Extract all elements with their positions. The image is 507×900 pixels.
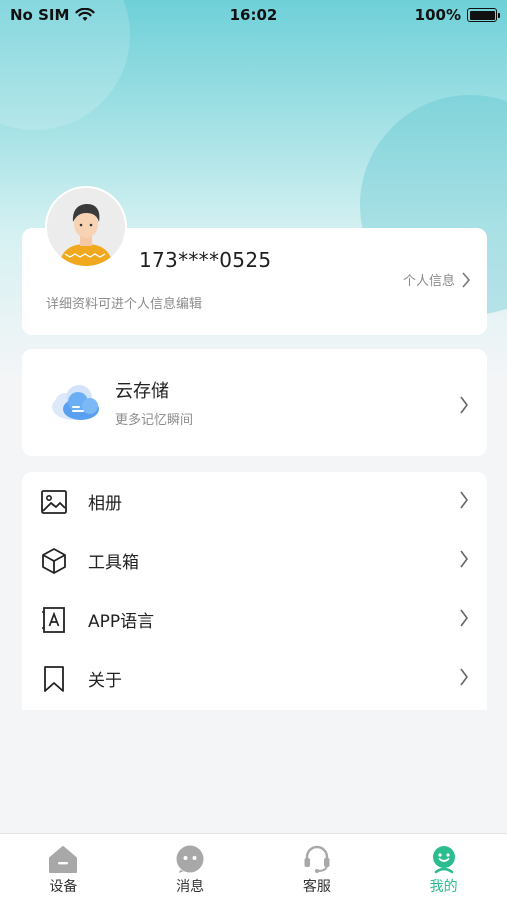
language-icon xyxy=(42,606,65,633)
tab-label: 我的 xyxy=(429,879,458,895)
chevron-right-icon xyxy=(461,271,475,288)
menu-item-label: 关于 xyxy=(88,671,122,691)
cloud-icon xyxy=(52,385,99,420)
cloud-storage-title: 云存储 xyxy=(115,381,169,402)
battery-icon xyxy=(467,8,500,22)
battery-percent: 100% xyxy=(414,6,461,24)
tab-messages[interactable]: 消息 xyxy=(127,834,254,900)
box-icon xyxy=(42,547,66,574)
wifi-icon xyxy=(75,8,96,21)
headset-icon xyxy=(304,845,330,873)
profile-hint: 详细资料可进个人信息编辑 xyxy=(46,297,203,312)
home-device-icon xyxy=(49,846,78,873)
chevron-right-icon xyxy=(459,668,469,690)
menu-item-about[interactable]: 关于 xyxy=(22,649,487,708)
tab-support[interactable]: 客服 xyxy=(254,834,381,900)
chevron-right-icon xyxy=(459,550,469,572)
menu-item-label: 相册 xyxy=(88,494,122,514)
message-icon xyxy=(176,845,204,873)
menu-item-label: 工具箱 xyxy=(88,553,139,573)
menu-item-album[interactable]: 相册 xyxy=(22,472,487,531)
profile-face-icon xyxy=(432,846,455,874)
menu-list: 相册 工具箱 APP语言 关于 xyxy=(22,472,487,710)
cloud-storage-card[interactable]: 云存储 更多记忆瞬间 xyxy=(22,349,487,456)
tab-label: 设备 xyxy=(49,879,78,895)
user-avatar-icon xyxy=(47,188,125,266)
status-bar: No SIM 16:02 100% xyxy=(0,0,507,30)
chevron-right-icon xyxy=(459,491,469,513)
user-phone: 173****0525 xyxy=(139,248,272,272)
tab-label: 客服 xyxy=(302,879,331,895)
avatar[interactable] xyxy=(45,186,127,268)
personal-info-label: 个人信息 xyxy=(402,274,455,289)
carrier-label: No SIM xyxy=(10,6,70,24)
tab-mine[interactable]: 我的 xyxy=(380,834,507,900)
personal-info-link[interactable]: 个人信息 xyxy=(403,270,475,289)
cloud-storage-subtitle: 更多记忆瞬间 xyxy=(115,413,194,428)
tab-devices[interactable]: 设备 xyxy=(0,834,127,900)
chevron-right-icon xyxy=(459,396,469,418)
tab-label: 消息 xyxy=(176,879,205,895)
image-icon xyxy=(41,489,67,514)
bookmark-icon xyxy=(44,665,64,692)
chevron-right-icon xyxy=(459,609,469,631)
bottom-tab-bar: 设备 消息 客服 我的 xyxy=(0,833,507,900)
menu-item-toolbox[interactable]: 工具箱 xyxy=(22,531,487,590)
menu-item-language[interactable]: APP语言 xyxy=(22,590,487,649)
menu-item-label: APP语言 xyxy=(88,612,155,632)
